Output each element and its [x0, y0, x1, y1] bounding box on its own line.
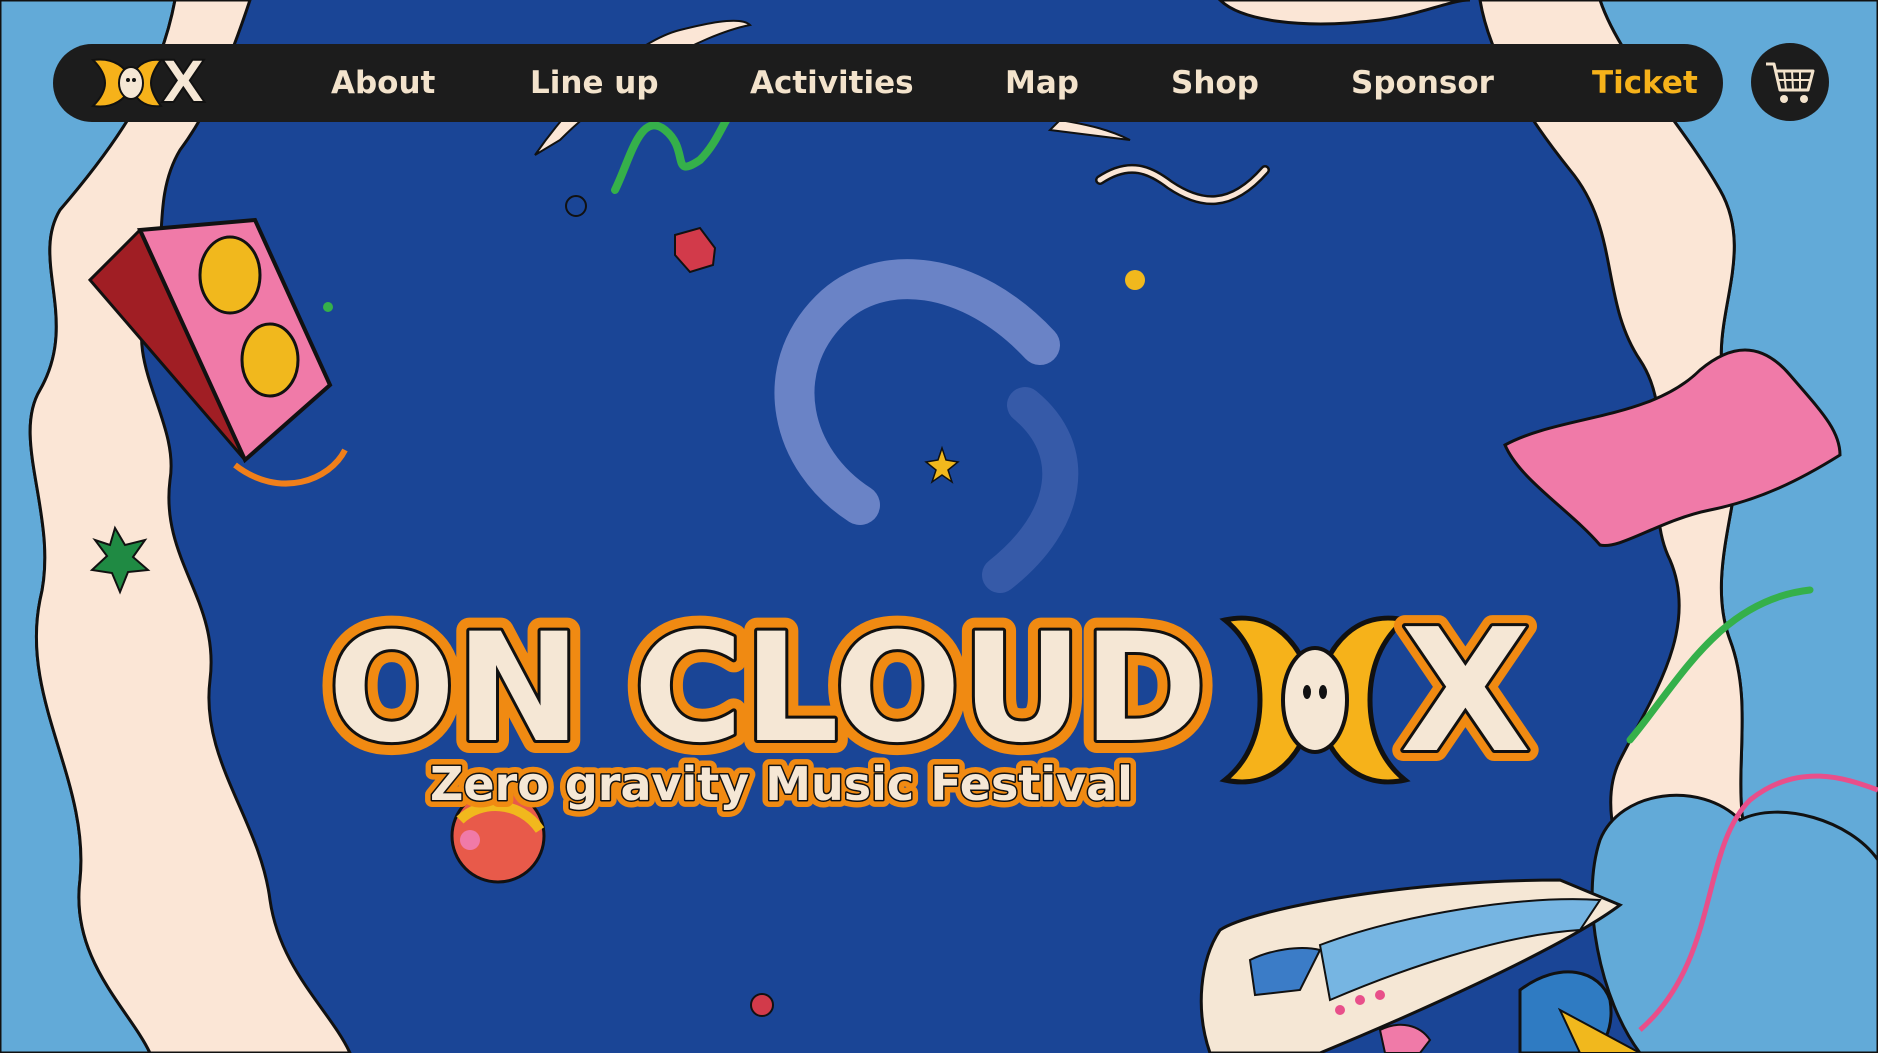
nav-activities[interactable]: Activities	[750, 44, 914, 122]
logo[interactable]: X	[83, 47, 213, 117]
shopping-cart-icon	[1766, 62, 1815, 103]
cart-button[interactable]	[1751, 43, 1829, 121]
background-illustration	[0, 0, 1878, 1053]
nav-about[interactable]: About	[331, 44, 435, 122]
logo-text: X	[160, 47, 207, 117]
nav-shop[interactable]: Shop	[1171, 44, 1259, 122]
nav-line-up[interactable]: Line up	[530, 44, 659, 122]
hero-title-mark-outline: X	[1400, 593, 1531, 791]
hero-title-outline: ON CLOUD	[328, 602, 1207, 776]
main-nav: X About Line up Activities Map Shop Spon…	[53, 44, 1723, 122]
nav-sponsor[interactable]: Sponsor	[1351, 44, 1494, 122]
nav-ticket[interactable]: Ticket	[1592, 44, 1698, 122]
landing-page: X About Line up Activities Map Shop Spon…	[0, 0, 1878, 1053]
nav-map[interactable]: Map	[1005, 44, 1079, 122]
hero-title-graphic: ON CLOUD ON CLOUD X X Zero gravity Music…	[315, 590, 1542, 818]
hero-logo-mark-icon	[1219, 615, 1411, 785]
hero-subtitle-outline: Zero gravity Music Festival	[430, 757, 1133, 811]
